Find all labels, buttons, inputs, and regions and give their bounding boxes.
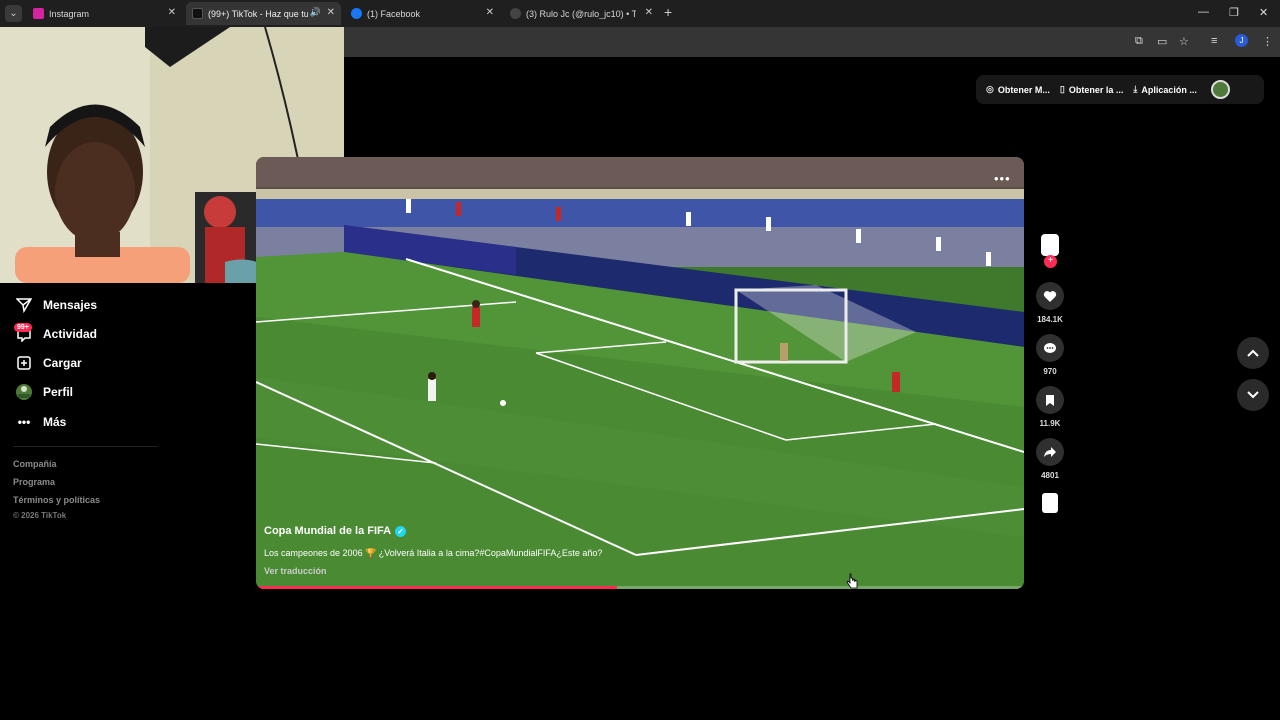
video-player[interactable]: ••• Copa Mundial de la FIFA ✓ Los campeo…	[256, 157, 1024, 589]
desktop-app-button[interactable]: ⤓ Aplicación ...	[1133, 84, 1197, 95]
sidebar-item-mensajes[interactable]: Mensajes	[14, 295, 97, 315]
download-icon: ⤓	[1133, 84, 1138, 94]
share-button[interactable]: 4801	[1036, 438, 1064, 480]
facebook-icon	[351, 8, 362, 19]
tab-title: (3) Rulo Jc (@rulo_jc10) • Threads	[526, 8, 636, 19]
music-disc-icon[interactable]	[1042, 493, 1058, 513]
browser-menu-icon[interactable]: ⋮	[1262, 35, 1273, 48]
sidebar-item-label: Cargar	[43, 356, 82, 370]
video-more-button[interactable]: •••	[994, 171, 1011, 186]
heart-icon	[1043, 290, 1057, 302]
user-avatar[interactable]	[1210, 80, 1230, 99]
phone-icon: ▯	[1059, 84, 1065, 94]
like-button[interactable]: 184.1K	[1036, 282, 1064, 324]
minimize-button[interactable]: —	[1198, 6, 1209, 18]
coin-icon: ◎	[986, 84, 994, 94]
more-icon: •••	[17, 415, 31, 429]
threads-icon	[510, 8, 521, 19]
close-icon[interactable]: ✕	[486, 7, 494, 18]
previous-video-button[interactable]	[1237, 337, 1269, 369]
install-app-icon[interactable]: ▭	[1157, 35, 1167, 48]
footer-link-terms[interactable]: Términos y políticas	[13, 495, 100, 505]
share-count: 4801	[1041, 471, 1059, 480]
video-description: Los campeones de 2006 🏆 ¿Volverá Italia …	[264, 548, 603, 558]
sidebar-divider	[13, 446, 158, 447]
translate-icon[interactable]: ⧉	[1135, 35, 1143, 48]
button-label: Obtener la ...	[1068, 84, 1124, 95]
media-control-icon[interactable]: ≡	[1211, 35, 1217, 47]
close-icon[interactable]: ✕	[645, 7, 653, 18]
button-label: Aplicación ...	[1141, 84, 1197, 95]
chevron-down-icon	[1247, 391, 1259, 399]
footer-link-company[interactable]: Compañía	[13, 459, 57, 469]
video-author[interactable]: Copa Mundial de la FIFA ✓	[264, 525, 407, 537]
maximize-button[interactable]: ❐	[1229, 6, 1239, 19]
instagram-icon	[33, 8, 44, 19]
bookmark-star-icon[interactable]: ☆	[1179, 35, 1189, 48]
sidebar-item-mas[interactable]: ••• Más	[14, 412, 67, 432]
save-count: 11.9K	[1039, 419, 1061, 428]
sidebar-item-label: Actividad	[43, 327, 98, 341]
bookmark-icon	[1046, 394, 1054, 406]
tab-title: (99+) TikTok - Haz que tu día	[208, 8, 308, 19]
close-icon[interactable]: ✕	[168, 7, 176, 18]
tab-title: Instagram	[49, 8, 90, 19]
tab-facebook[interactable]: (1) Facebook ✕	[345, 2, 500, 25]
see-translation-button[interactable]: Ver traducción	[264, 566, 327, 576]
comment-button[interactable]: 970	[1036, 334, 1064, 376]
progress-fill	[256, 586, 617, 589]
mouse-cursor-icon	[846, 573, 858, 594]
sidebar-item-perfil[interactable]: Perfil	[14, 382, 73, 402]
close-window-button[interactable]: ✕	[1259, 6, 1268, 19]
close-icon[interactable]: ✕	[327, 7, 335, 18]
profile-avatar[interactable]: J	[1235, 34, 1248, 47]
sidebar-item-label: Perfil	[43, 385, 74, 399]
notification-badge: 99+	[14, 323, 32, 332]
follow-button[interactable]: +	[1044, 255, 1057, 268]
get-coins-button[interactable]: ◎ Obtener M...	[986, 84, 1050, 95]
author-name: Copa Mundial de la FIFA	[264, 525, 392, 537]
footer-link-program[interactable]: Programa	[13, 477, 55, 487]
tab-instagram[interactable]: Instagram ✕	[27, 2, 182, 25]
top-actions-bar: ◎ Obtener M... ▯ Obtener la ... ⤓ Aplica…	[976, 75, 1264, 104]
new-tab-button[interactable]: +	[664, 4, 672, 20]
send-icon	[14, 295, 34, 315]
comment-count: 970	[1043, 367, 1057, 376]
sidebar-item-label: Más	[43, 415, 67, 429]
chevron-up-icon	[1247, 349, 1259, 357]
creator-avatar[interactable]	[1041, 234, 1059, 256]
next-video-button[interactable]	[1237, 379, 1269, 411]
browser-tab-bar: ⌄ Instagram ✕ (99+) TikTok - Haz que tu …	[0, 0, 1280, 27]
sidebar-item-label: Mensajes	[43, 298, 98, 312]
copyright: © 2026 TikTok	[13, 511, 67, 520]
speaker-icon[interactable]: 🔊	[310, 7, 321, 18]
tiktok-icon	[192, 8, 203, 19]
save-button[interactable]: 11.9K	[1036, 386, 1064, 428]
button-label: Obtener M...	[997, 84, 1050, 95]
get-app-button[interactable]: ▯ Obtener la ...	[1060, 84, 1123, 95]
avatar	[14, 382, 34, 402]
tab-threads[interactable]: (3) Rulo Jc (@rulo_jc10) • Threads ✕	[504, 2, 659, 25]
verified-icon: ✓	[395, 525, 407, 537]
tab-search-button[interactable]: ⌄	[5, 5, 22, 22]
upload-icon	[14, 353, 34, 373]
tab-tiktok[interactable]: (99+) TikTok - Haz que tu día 🔊 ✕	[186, 2, 341, 25]
sidebar-item-cargar[interactable]: Cargar	[14, 353, 82, 373]
comment-icon	[1044, 342, 1056, 353]
like-count: 184.1K	[1037, 315, 1063, 324]
tab-title: (1) Facebook	[367, 8, 421, 19]
share-icon	[1044, 447, 1056, 457]
